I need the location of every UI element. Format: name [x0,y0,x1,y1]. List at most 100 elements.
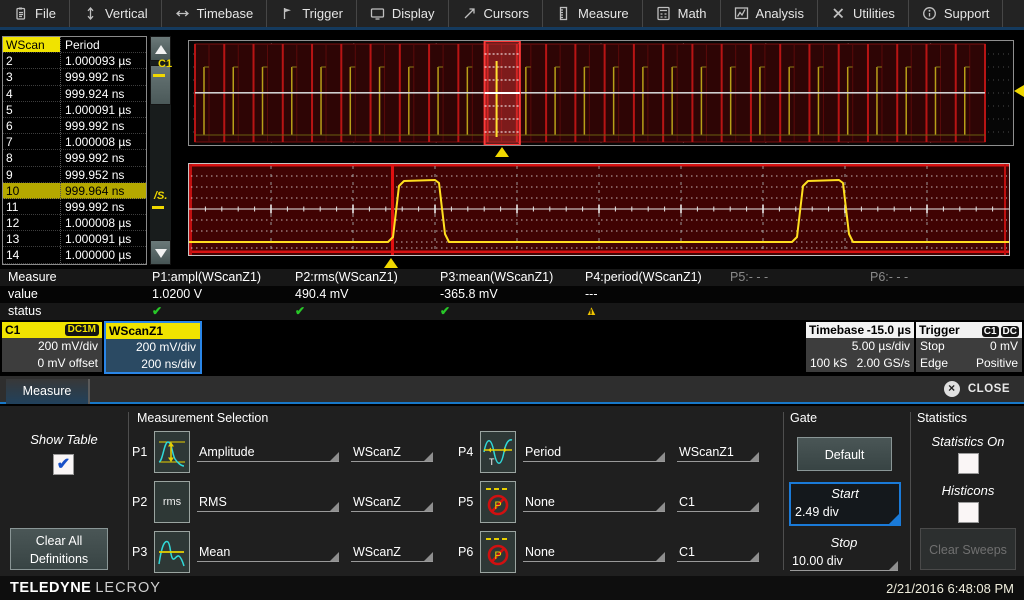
measure-strip-row-status: status✔✔✔▲! [0,303,1024,320]
menu-measure[interactable]: Measure [543,0,643,27]
none-measurement-icon[interactable]: P [480,481,516,523]
p1-measurement-dropdown[interactable]: Amplitude [197,443,339,462]
row-label: status [8,303,41,320]
svg-text:P: P [494,550,501,562]
svg-text:P: P [494,500,501,512]
gate-stop-field[interactable]: Stop 10.00 div [790,534,898,571]
p4-source-dropdown[interactable]: WScanZ1 [677,443,759,462]
trigger-descriptor[interactable]: Trigger C1DC Stop 0 mV Edge Positive [916,322,1022,372]
menu-file[interactable]: File [0,0,70,27]
p1-label: P1 [132,445,154,459]
menu-support[interactable]: Support [909,0,1004,27]
c1-volts-per-div: 200 mV/div [6,338,98,355]
amplitude-icon[interactable] [154,431,190,473]
p2-measurement-dropdown[interactable]: RMS [197,493,339,512]
measure-value-p1: 1.0200 V [152,286,202,303]
measure-strip-row-value: value1.0200 V490.4 mV-365.8 mV--- [0,286,1024,303]
p2-source-dropdown[interactable]: WScanZ [351,493,433,512]
timebase-icon [175,6,190,21]
show-table-checkbox[interactable]: ✔ [53,454,74,475]
p4-label: P4 [458,445,480,459]
zoom-level-marker [152,206,164,209]
close-button[interactable]: × CLOSE [944,381,1010,397]
menu-cursors[interactable]: Cursors [449,0,544,27]
scrollbar-thumb[interactable] [150,65,171,105]
measure-readout-strip: MeasureP1:ampl(WScanZ1)P2:rms(WScanZ1)P3… [0,269,1024,321]
p5-measurement-dropdown[interactable]: None [523,493,665,512]
waveform-panel-main[interactable] [188,40,1014,146]
histicons-label: Histicons [918,483,1018,498]
scan-table-row-11[interactable]: 11999.992 ns [3,199,146,215]
histicons-checkbox[interactable] [958,502,979,523]
period-icon[interactable]: T [480,431,516,473]
p3-source-dropdown[interactable]: WScanZ [351,543,433,562]
clear-sweeps-button[interactable]: Clear Sweeps [920,528,1016,570]
segment-position-marker-icon[interactable] [495,147,509,157]
p6-label: P6 [458,545,480,559]
scan-table-scrollbar[interactable] [150,36,171,265]
wscanz1-title: WScanZ1 [109,324,163,339]
p4-measurement-dropdown[interactable]: Period [523,443,665,462]
menu-utilities[interactable]: Utilities [818,0,909,27]
scan-table-row-3[interactable]: 3999.992 ns [3,69,146,85]
scan-table-row-5[interactable]: 51.000091 µs [3,102,146,118]
p5-source-dropdown[interactable]: C1 [677,493,759,512]
p3-measurement-dropdown[interactable]: Mean [197,543,339,562]
measure-header-p2: P2:rms(WScanZ1) [295,269,398,286]
p6-measurement-dropdown[interactable]: None [523,543,665,562]
gate-start-value: 2.49 div [791,504,899,520]
gate-stop-value[interactable]: 10.00 div [790,552,898,571]
status-warning-icon: ▲! [585,303,598,318]
scan-table-row-7[interactable]: 71.000008 µs [3,134,146,150]
scan-table-row-12[interactable]: 121.000008 µs [3,215,146,231]
dialog-tab-bar: Measure × CLOSE [0,376,1024,404]
trigger-title: Trigger [919,323,960,338]
close-icon[interactable]: × [944,381,960,397]
trigger-position-marker-icon[interactable] [384,258,398,268]
statistics-on-checkbox[interactable] [958,453,979,474]
menu-bar: FileVerticalTimebaseTriggerDisplayCursor… [0,0,1024,30]
waveform-panel-zoom[interactable] [188,163,1010,256]
menu-trigger[interactable]: Trigger [267,0,357,27]
utilities-icon [831,6,846,21]
mean-icon[interactable] [154,531,190,573]
menu-math[interactable]: Math [643,0,721,27]
trigger-level-marker-icon[interactable] [1014,85,1024,97]
status-bar: TELEDYNELECROY 2/21/2016 6:48:08 PM [0,576,1024,600]
scan-table-row-13[interactable]: 131.000091 µs [3,231,146,247]
scan-table-row-10[interactable]: 10999.964 ns [3,183,146,199]
p6-source-dropdown[interactable]: C1 [677,543,759,562]
timebase-descriptor[interactable]: Timebase -15.0 µs 5.00 µs/div 100 kS 2.0… [806,322,914,372]
gate-start-field[interactable]: Start 2.49 div [789,482,901,526]
wscanz1-descriptor[interactable]: WScanZ1 200 mV/div 200 ns/div [104,321,202,374]
gate-section-title: Gate [790,411,817,425]
oscilloscope-screen: FileVerticalTimebaseTriggerDisplayCursor… [0,0,1024,600]
tab-measure[interactable]: Measure [6,379,90,404]
measure-header-p6: P6:- - - [870,269,908,286]
menu-analysis[interactable]: Analysis [721,0,818,27]
p5-label: P5 [458,495,480,509]
clear-all-definitions-button[interactable]: Clear All Definitions [10,528,108,570]
clock: 2/21/2016 6:48:08 PM [886,581,1014,596]
gate-default-button[interactable]: Default [797,437,892,471]
zoom-trace-label: /S. [154,190,167,202]
channel-c1-descriptor[interactable]: C1 DC1M 200 mV/div 0 mV offset [2,322,102,372]
rms-icon[interactable]: rms [154,481,190,523]
scan-table-row-14[interactable]: 141.000000 µs [3,247,146,263]
menu-vertical[interactable]: Vertical [70,0,162,27]
none-measurement-icon[interactable]: P [480,531,516,573]
scan-table-row-8[interactable]: 8999.992 ns [3,150,146,166]
svg-text:T: T [489,457,495,467]
wscan-period-table[interactable]: WScanPeriod21.000093 µs3999.992 ns4999.9… [2,36,147,265]
timebase-title: Timebase [809,323,864,338]
scan-table-row-9[interactable]: 9999.952 ns [3,167,146,183]
scan-table-row-6[interactable]: 6999.992 ns [3,118,146,134]
scroll-down-arrow-icon[interactable] [150,240,171,265]
scan-table-row-4[interactable]: 4999.924 ns [3,86,146,102]
menu-timebase[interactable]: Timebase [162,0,268,27]
p3-label: P3 [132,545,154,559]
p1-source-dropdown[interactable]: WScanZ [351,443,433,462]
menu-display[interactable]: Display [357,0,449,27]
teledyne-lecroy-logo: TELEDYNELECROY [10,580,161,596]
scan-table-row-2[interactable]: 21.000093 µs [3,53,146,69]
